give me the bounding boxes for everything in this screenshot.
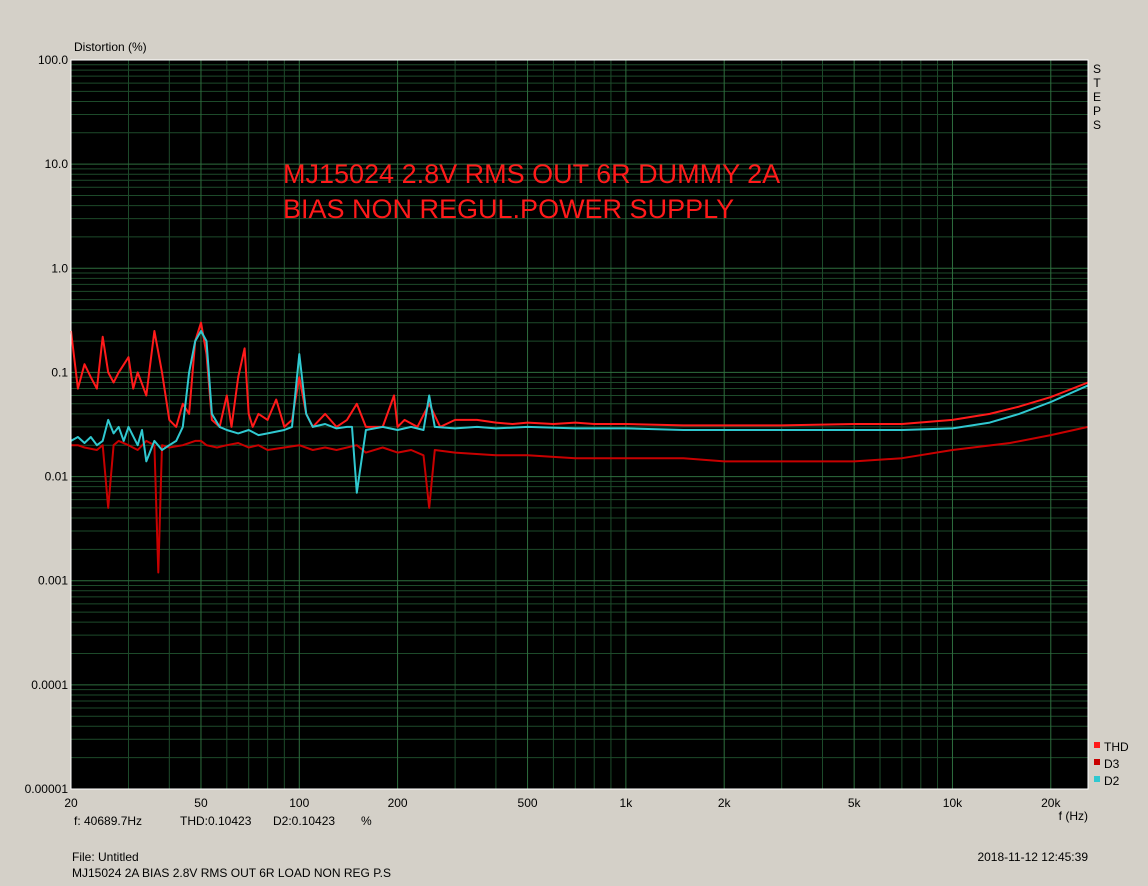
chart-annotation-line-2: BIAS NON REGUL.POWER SUPPLY xyxy=(283,194,734,224)
legend-label-d3: D3 xyxy=(1104,757,1120,771)
x-tick-label: 100 xyxy=(289,796,309,810)
legend-swatch-thd xyxy=(1094,742,1100,748)
x-tick-label: 20 xyxy=(64,796,78,810)
steps-letter: P xyxy=(1093,104,1101,118)
x-tick-label: 200 xyxy=(388,796,408,810)
x-tick-label: 5k xyxy=(848,796,862,810)
steps-letter: S xyxy=(1093,118,1101,132)
legend-label-d2: D2 xyxy=(1104,774,1120,788)
legend-swatch-d2 xyxy=(1094,776,1100,782)
thd-readout: THD:0.10423 xyxy=(180,814,252,828)
y-tick-label: 0.1 xyxy=(51,365,68,379)
distortion-chart: 100.0 10.0 1.0 0.1 0.01 0.001 0.0001 0.00001 20… xyxy=(25,40,1129,823)
y-tick-label: 0.0001 xyxy=(31,678,68,692)
legend-label-thd: THD xyxy=(1104,740,1129,754)
x-tick-label: 20k xyxy=(1041,796,1061,810)
file-name: File: Untitled xyxy=(72,850,139,864)
y-tick-label: 0.001 xyxy=(38,574,68,588)
y-tick-label: 0.00001 xyxy=(25,782,69,796)
y-tick-label: 100.0 xyxy=(38,53,68,67)
steps-letter: E xyxy=(1093,90,1101,104)
steps-letter: T xyxy=(1093,76,1101,90)
measurement-description: MJ15024 2A BIAS 2.8V RMS OUT 6R LOAD NON… xyxy=(72,866,392,880)
x-tick-label: 1k xyxy=(620,796,634,810)
x-tick-label: 500 xyxy=(518,796,538,810)
y-tick-label: 0.01 xyxy=(45,470,69,484)
legend: THD D3 D2 xyxy=(1094,740,1129,788)
x-axis-label: f (Hz) xyxy=(1059,809,1088,823)
x-tick-label: 50 xyxy=(194,796,208,810)
x-tick-labels: 20 50 100 200 500 1k 2k 5k 10k 20k xyxy=(64,796,1061,810)
x-tick-label: 10k xyxy=(943,796,963,810)
cursor-frequency: f: 40689.7Hz xyxy=(74,814,143,828)
d2-readout: D2:0.10423 xyxy=(273,814,336,828)
readout-unit: % xyxy=(361,814,372,828)
steps-label: STEPS xyxy=(1093,62,1101,132)
y-tick-label: 10.0 xyxy=(45,157,69,171)
timestamp: 2018-11-12 12:45:39 xyxy=(977,850,1088,864)
y-tick-labels: 100.0 10.0 1.0 0.1 0.01 0.001 0.0001 0.00001 xyxy=(25,53,69,796)
x-tick-label: 2k xyxy=(718,796,732,810)
legend-swatch-d3 xyxy=(1094,759,1100,765)
steps-letter: S xyxy=(1093,62,1101,76)
chart-annotation-line-1: MJ15024 2.8V RMS OUT 6R DUMMY 2A xyxy=(283,159,780,189)
y-tick-label: 1.0 xyxy=(51,261,68,275)
y-axis-label: Distortion (%) xyxy=(74,40,147,54)
